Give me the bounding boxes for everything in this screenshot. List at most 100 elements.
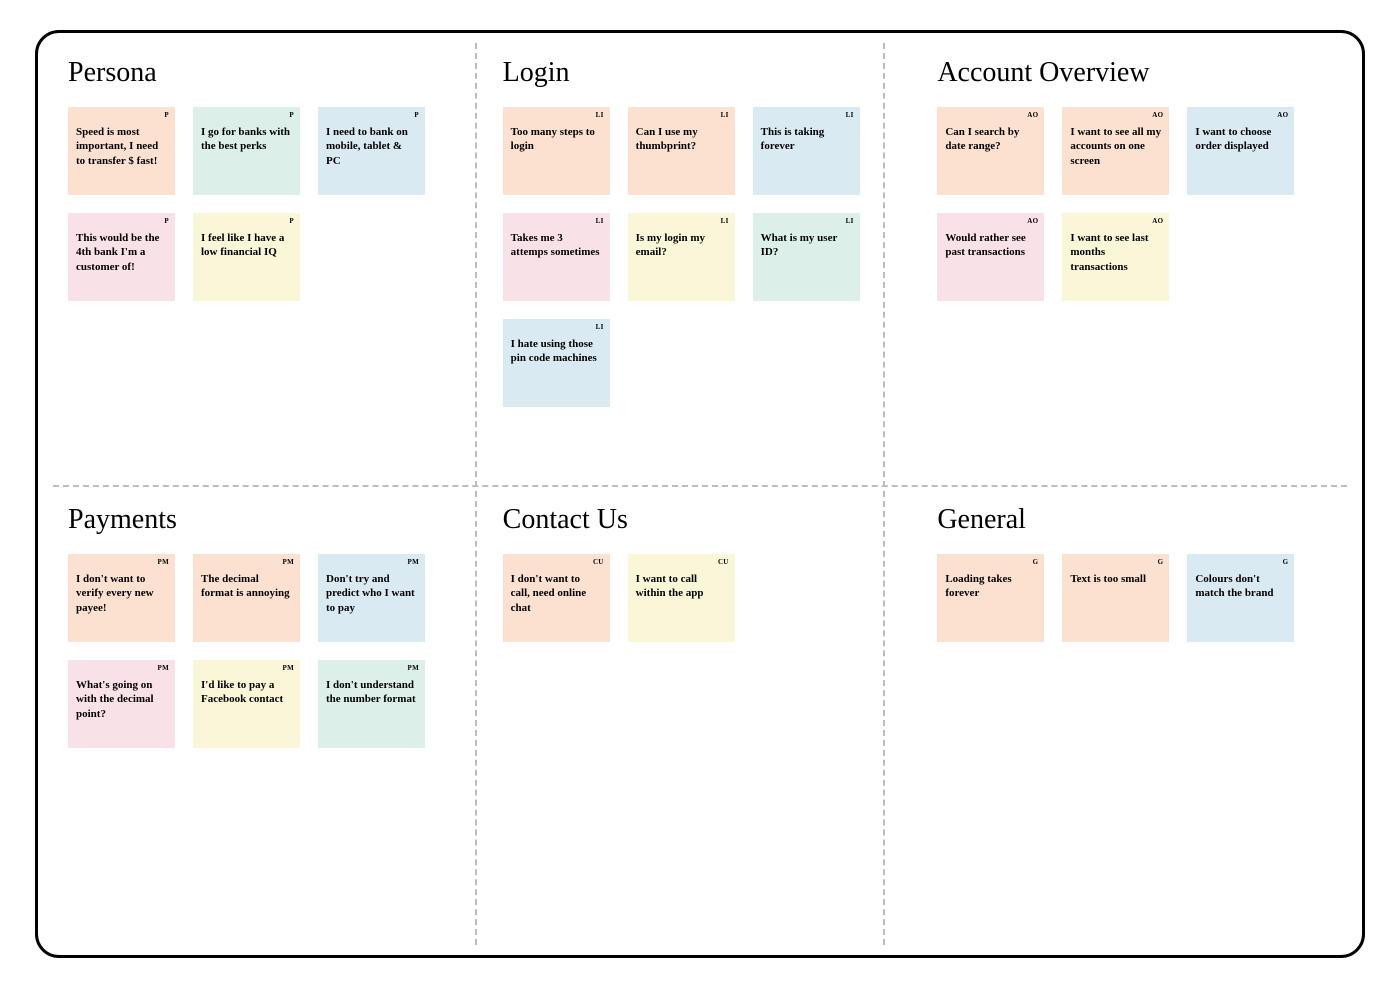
sticky-note[interactable]: P I need to bank on mobile, tablet & PC — [318, 107, 425, 195]
note-tag: AO — [1027, 111, 1038, 120]
note-text: Text is too small — [1070, 572, 1146, 586]
note-text: I hate using those pin code machines — [511, 337, 602, 366]
note-text: Colours don't match the brand — [1195, 572, 1286, 601]
note-tag: P — [164, 217, 169, 226]
note-tag: AO — [1277, 111, 1288, 120]
note-text: Don't try and predict who I want to pay — [326, 572, 417, 615]
sticky-note[interactable]: AO Would rather see past transactions — [937, 213, 1044, 301]
note-text: I don't want to verify every new payee! — [76, 572, 167, 615]
sticky-note[interactable]: LI Can I use my thumbprint? — [628, 107, 735, 195]
note-text: I'd like to pay a Facebook contact — [201, 678, 292, 707]
note-tag: PM — [408, 558, 419, 567]
note-text: Is my login my email? — [636, 231, 727, 260]
section-title: Account Overview — [937, 57, 1332, 89]
note-tag: AO — [1152, 111, 1163, 120]
note-tag: P — [289, 217, 294, 226]
note-text: Takes me 3 attemps sometimes — [511, 231, 602, 260]
notes-grid: AO Can I search by date range? AO I want… — [937, 107, 1332, 301]
note-text: I want to call within the app — [636, 572, 727, 601]
note-tag: CU — [718, 558, 729, 567]
sticky-note[interactable]: PM Don't try and predict who I want to p… — [318, 554, 425, 642]
sticky-note[interactable]: P I go for banks with the best perks — [193, 107, 300, 195]
note-tag: PM — [283, 664, 294, 673]
page: Persona P Speed is most important, I nee… — [0, 0, 1400, 988]
note-text: This would be the 4th bank I'm a custome… — [76, 231, 167, 274]
section-title: General — [937, 504, 1332, 536]
section-title: Login — [503, 57, 898, 89]
note-text: Speed is most important, I need to trans… — [76, 125, 167, 168]
note-text: Can I use my thumbprint? — [636, 125, 727, 154]
notes-grid: LI Too many steps to login LI Can I use … — [503, 107, 898, 407]
sticky-note[interactable]: P This would be the 4th bank I'm a custo… — [68, 213, 175, 301]
affinity-board[interactable]: Persona P Speed is most important, I nee… — [35, 30, 1365, 958]
note-tag: LI — [721, 217, 729, 226]
note-tag: LI — [596, 323, 604, 332]
note-text: I want to see all my accounts on one scr… — [1070, 125, 1161, 168]
note-text: This is taking forever — [761, 125, 852, 154]
sticky-note[interactable]: P I feel like I have a low financial IQ — [193, 213, 300, 301]
note-tag: G — [1158, 558, 1164, 567]
sticky-note[interactable]: P Speed is most important, I need to tra… — [68, 107, 175, 195]
note-text: Loading takes forever — [945, 572, 1036, 601]
note-tag: PM — [158, 664, 169, 673]
note-text: I want to see last months transactions — [1070, 231, 1161, 274]
note-tag: LI — [596, 111, 604, 120]
sticky-note[interactable]: AO I want to see last months transaction… — [1062, 213, 1169, 301]
notes-grid: PM I don't want to verify every new paye… — [68, 554, 463, 748]
note-tag: LI — [596, 217, 604, 226]
note-tag: G — [1283, 558, 1289, 567]
section-account-overview: Account Overview AO Can I search by date… — [937, 57, 1332, 484]
sticky-note[interactable]: LI What is my user ID? — [753, 213, 860, 301]
section-general: General G Loading takes forever G Text i… — [937, 504, 1332, 931]
note-tag: CU — [593, 558, 604, 567]
sticky-note[interactable]: LI Takes me 3 attemps sometimes — [503, 213, 610, 301]
note-text: I feel like I have a low financial IQ — [201, 231, 292, 260]
notes-grid: CU I don't want to call, need online cha… — [503, 554, 898, 642]
sticky-note[interactable]: G Colours don't match the brand — [1187, 554, 1294, 642]
note-tag: AO — [1027, 217, 1038, 226]
note-text: Too many steps to login — [511, 125, 602, 154]
sticky-note[interactable]: LI Is my login my email? — [628, 213, 735, 301]
note-tag: P — [289, 111, 294, 120]
note-tag: PM — [408, 664, 419, 673]
notes-grid: P Speed is most important, I need to tra… — [68, 107, 463, 301]
note-text: I don't understand the number format — [326, 678, 417, 707]
note-tag: G — [1033, 558, 1039, 567]
note-tag: AO — [1152, 217, 1163, 226]
sticky-note[interactable]: PM I'd like to pay a Facebook contact — [193, 660, 300, 748]
sticky-note[interactable]: AO Can I search by date range? — [937, 107, 1044, 195]
vertical-divider-1 — [475, 43, 477, 945]
sticky-note[interactable]: LI I hate using those pin code machines — [503, 319, 610, 407]
sticky-note[interactable]: PM I don't want to verify every new paye… — [68, 554, 175, 642]
note-tag: LI — [846, 217, 854, 226]
sticky-note[interactable]: LI Too many steps to login — [503, 107, 610, 195]
section-title: Contact Us — [503, 504, 898, 536]
notes-grid: G Loading takes forever G Text is too sm… — [937, 554, 1332, 642]
note-text: Would rather see past transactions — [945, 231, 1036, 260]
section-persona: Persona P Speed is most important, I nee… — [68, 57, 463, 484]
note-tag: P — [164, 111, 169, 120]
note-tag: LI — [721, 111, 729, 120]
note-text: The decimal format is annoying — [201, 572, 292, 601]
note-text: I don't want to call, need online chat — [511, 572, 602, 615]
sticky-note[interactable]: PM The decimal format is annoying — [193, 554, 300, 642]
note-text: What is my user ID? — [761, 231, 852, 260]
sticky-note[interactable]: AO I want to see all my accounts on one … — [1062, 107, 1169, 195]
sticky-note[interactable]: PM What's going on with the decimal poin… — [68, 660, 175, 748]
note-text: I need to bank on mobile, tablet & PC — [326, 125, 417, 168]
sticky-note[interactable]: PM I don't understand the number format — [318, 660, 425, 748]
sticky-note[interactable]: AO I want to choose order displayed — [1187, 107, 1294, 195]
section-title: Persona — [68, 57, 463, 89]
sticky-note[interactable]: LI This is taking forever — [753, 107, 860, 195]
sticky-note[interactable]: G Text is too small — [1062, 554, 1169, 642]
note-text: Can I search by date range? — [945, 125, 1036, 154]
sticky-note[interactable]: CU I don't want to call, need online cha… — [503, 554, 610, 642]
sticky-note[interactable]: G Loading takes forever — [937, 554, 1044, 642]
note-text: What's going on with the decimal point? — [76, 678, 167, 721]
sticky-note[interactable]: CU I want to call within the app — [628, 554, 735, 642]
horizontal-divider — [53, 485, 1347, 487]
section-title: Payments — [68, 504, 463, 536]
note-text: I go for banks with the best perks — [201, 125, 292, 154]
section-payments: Payments PM I don't want to verify every… — [68, 504, 463, 931]
note-tag: LI — [846, 111, 854, 120]
